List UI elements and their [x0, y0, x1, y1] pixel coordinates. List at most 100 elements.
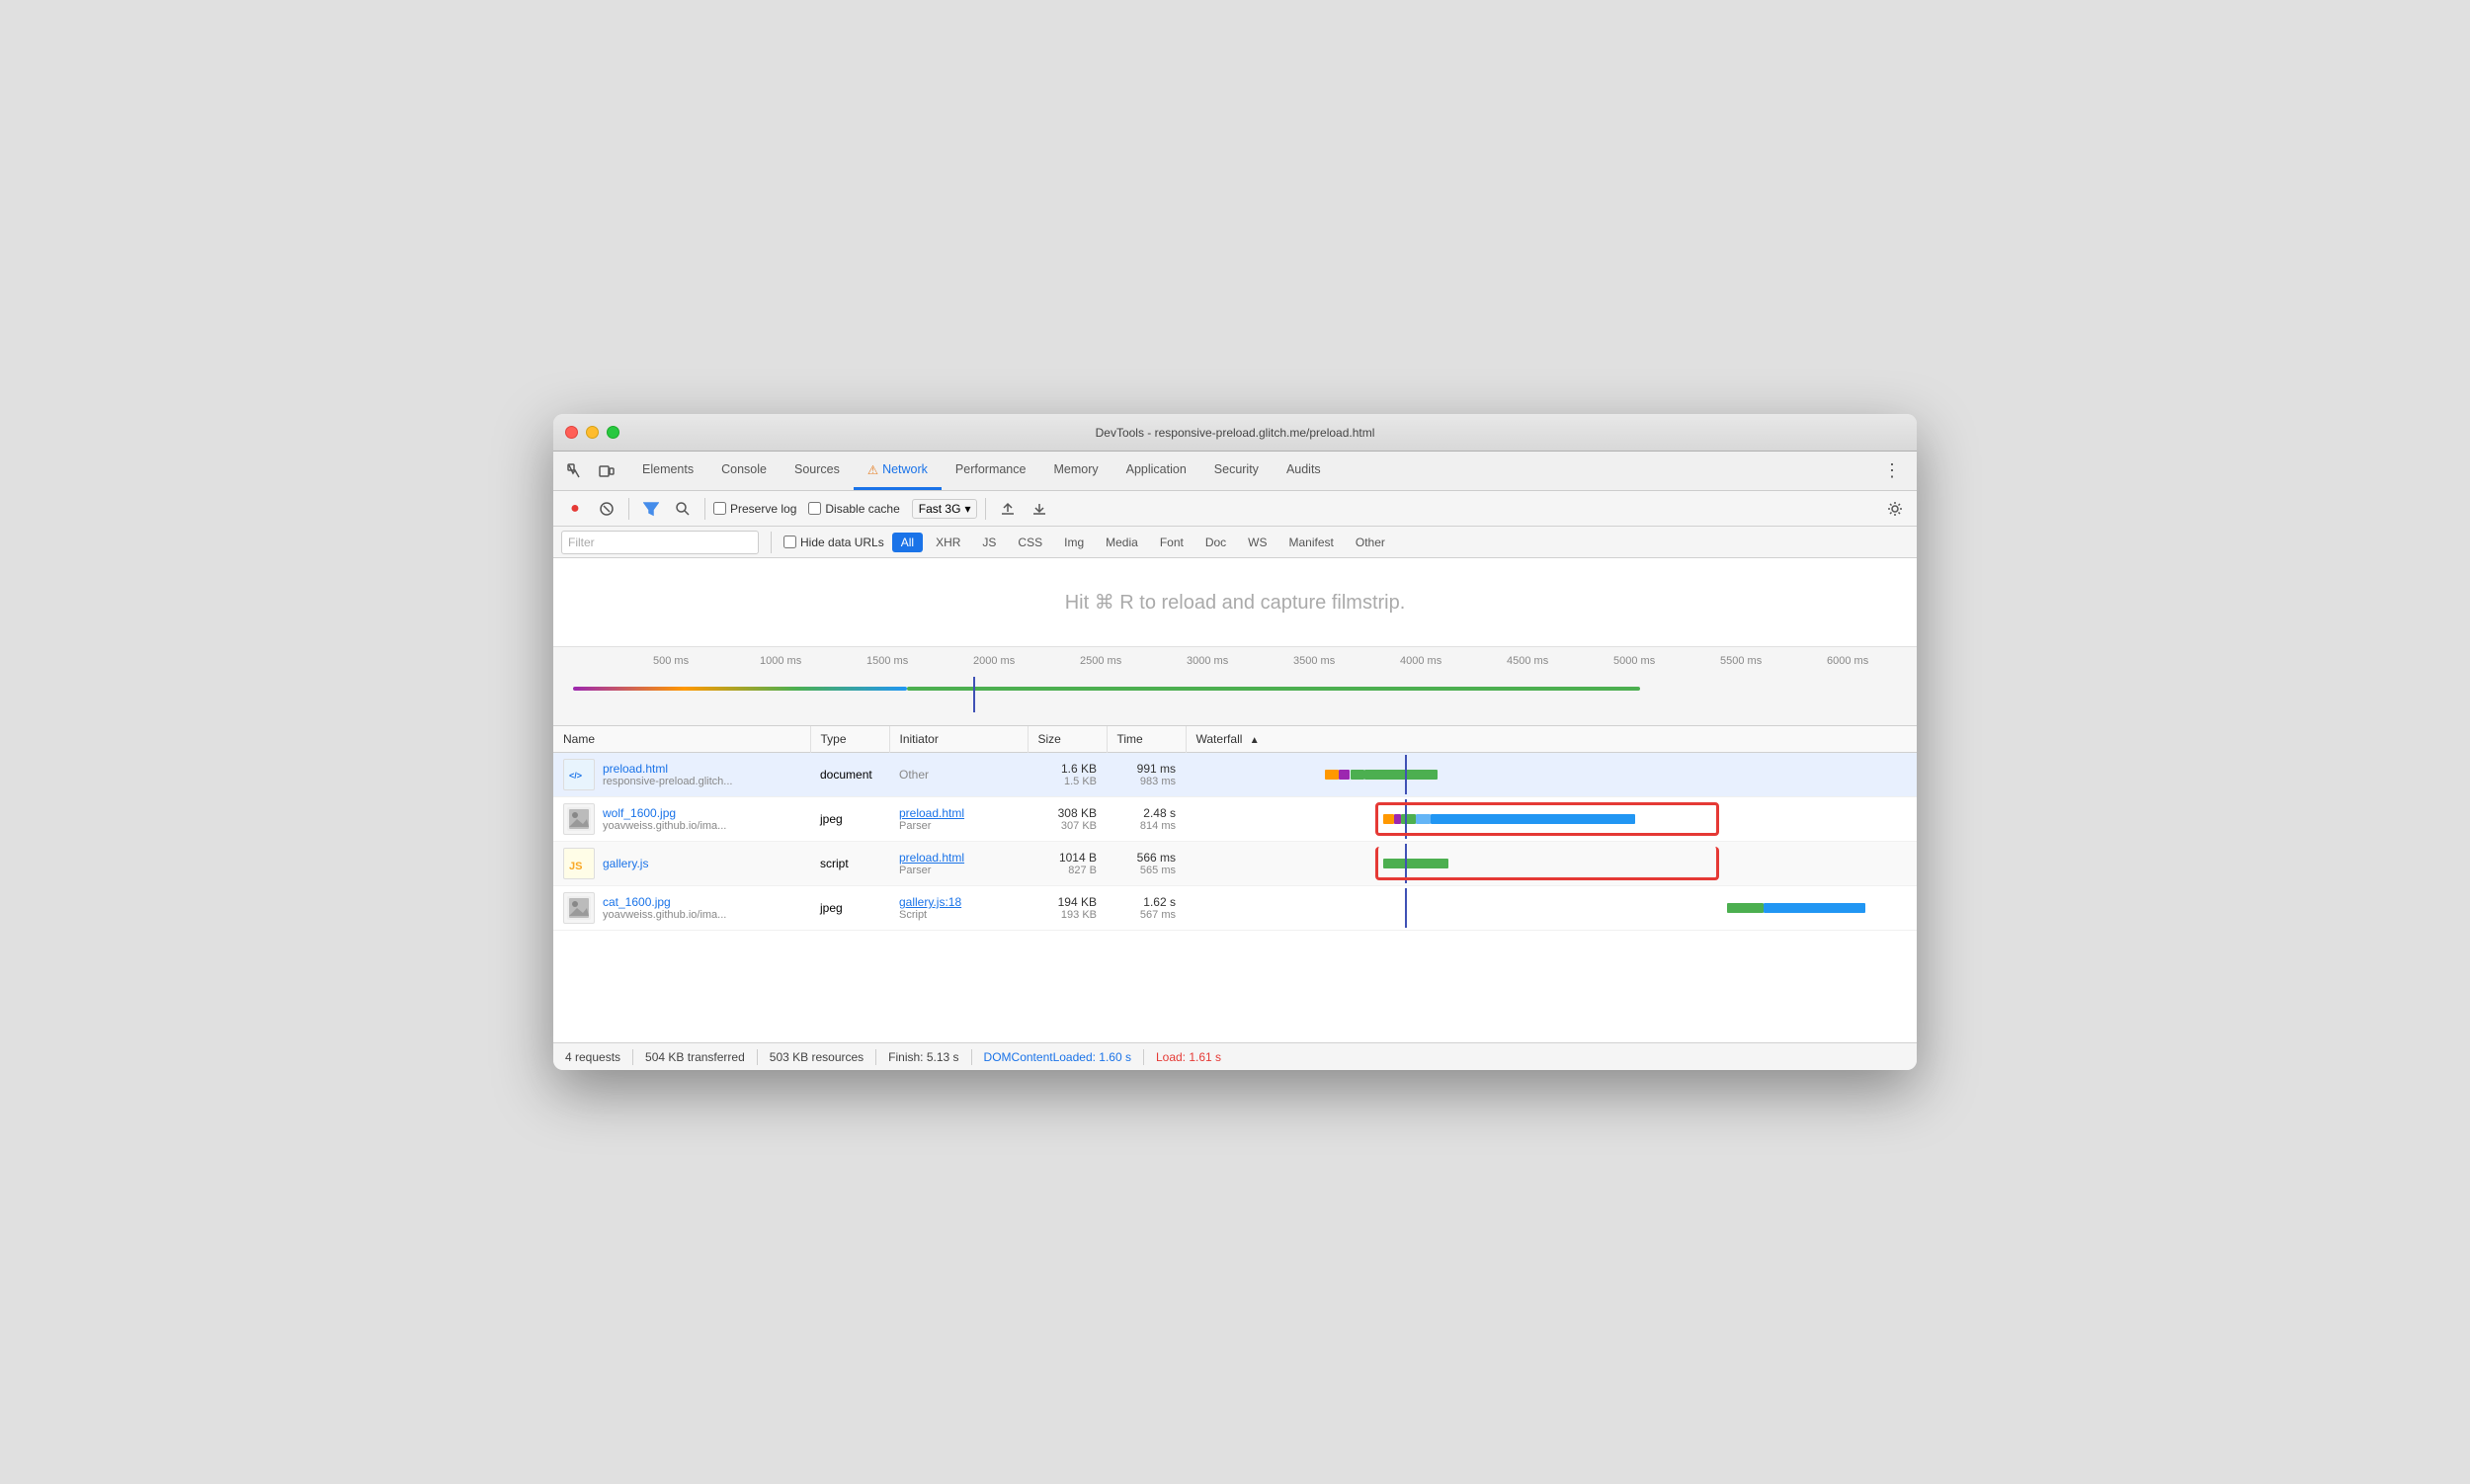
settings-button[interactable]: [1881, 495, 1909, 523]
timeline-mark-5500: 5500 ms: [1720, 655, 1762, 667]
th-initiator[interactable]: Initiator: [889, 726, 1028, 753]
minimize-button[interactable]: [586, 426, 599, 439]
file-name-text: wolf_1600.jpg: [603, 806, 726, 820]
tab-performance[interactable]: Performance: [942, 452, 1040, 490]
waterfall-cell-2: [1186, 797, 1917, 842]
preserve-log-checkbox[interactable]: Preserve log: [713, 502, 796, 516]
tab-network[interactable]: ⚠ Network: [854, 452, 942, 490]
tab-console[interactable]: Console: [707, 452, 781, 490]
w-bar-dns: [1325, 770, 1340, 780]
w-bar-download-green: [1727, 903, 1764, 913]
filter-input[interactable]: [561, 531, 759, 554]
filter-other[interactable]: Other: [1347, 533, 1394, 552]
table-row[interactable]: cat_1600.jpg yoavweiss.github.io/ima... …: [553, 886, 1917, 931]
filter-font[interactable]: Font: [1151, 533, 1193, 552]
tab-security[interactable]: Security: [1200, 452, 1273, 490]
initiator-link[interactable]: gallery.js:18: [899, 895, 961, 909]
waterfall-vline: [1405, 888, 1407, 928]
th-size[interactable]: Size: [1028, 726, 1107, 753]
filter-media[interactable]: Media: [1097, 533, 1147, 552]
disable-cache-checkbox[interactable]: Disable cache: [808, 502, 899, 516]
filter-manifest[interactable]: Manifest: [1280, 533, 1343, 552]
w-bar-waiting: [1416, 814, 1431, 824]
table-row[interactable]: JS gallery.js script preload.html Pa: [553, 842, 1917, 886]
time-cell: 991 ms 983 ms: [1107, 753, 1186, 797]
filter-js[interactable]: JS: [973, 533, 1005, 552]
upload-button[interactable]: [994, 495, 1022, 523]
th-name[interactable]: Name: [553, 726, 810, 753]
w-bar-download-blue: [1764, 903, 1866, 913]
devtools-tabs: Elements Console Sources ⚠ Network Perfo…: [553, 452, 1917, 491]
maximize-button[interactable]: [607, 426, 619, 439]
clear-button[interactable]: [593, 495, 620, 523]
hide-data-urls-checkbox[interactable]: Hide data URLs: [783, 536, 884, 549]
devtools-window: DevTools - responsive-preload.glitch.me/…: [553, 414, 1917, 1070]
table-row[interactable]: wolf_1600.jpg yoavweiss.github.io/ima...…: [553, 797, 1917, 842]
hide-data-urls-input[interactable]: [783, 536, 796, 548]
record-button[interactable]: ●: [561, 495, 589, 523]
title-bar: DevTools - responsive-preload.glitch.me/…: [553, 414, 1917, 452]
initiator-cell: Other: [889, 753, 1028, 797]
traffic-lights: [565, 426, 619, 439]
time-cell: 566 ms 565 ms: [1107, 842, 1186, 886]
name-cell: wolf_1600.jpg yoavweiss.github.io/ima...: [553, 797, 810, 842]
disable-cache-input[interactable]: [808, 502, 821, 515]
tab-elements[interactable]: Elements: [628, 452, 707, 490]
table-row[interactable]: </> preload.html responsive-preload.glit…: [553, 753, 1917, 797]
divider-filter: [771, 532, 772, 553]
timeline-mark-2500: 2500 ms: [1080, 655, 1121, 667]
file-icon-html: </>: [563, 759, 595, 790]
timeline-mark-500: 500 ms: [653, 655, 689, 667]
finish-time: Finish: 5.13 s: [888, 1050, 958, 1064]
svg-text:JS: JS: [569, 861, 582, 872]
filter-button[interactable]: [637, 495, 665, 523]
close-button[interactable]: [565, 426, 578, 439]
filter-doc[interactable]: Doc: [1196, 533, 1235, 552]
file-icon-img: [563, 803, 595, 835]
status-bar: 4 requests 504 KB transferred 503 KB res…: [553, 1042, 1917, 1070]
filter-css[interactable]: CSS: [1009, 533, 1051, 552]
waterfall-vline: [1405, 844, 1407, 883]
th-time[interactable]: Time: [1107, 726, 1186, 753]
type-cell: jpeg: [810, 886, 889, 931]
initiator-cell: preload.html Parser: [889, 797, 1028, 842]
filter-xhr[interactable]: XHR: [927, 533, 969, 552]
more-tabs-button[interactable]: ⋮: [1875, 460, 1909, 481]
dom-loaded-time: DOMContentLoaded: 1.60 s: [984, 1050, 1131, 1064]
filter-img[interactable]: Img: [1055, 533, 1093, 552]
load-time: Load: 1.61 s: [1156, 1050, 1221, 1064]
type-cell: jpeg: [810, 797, 889, 842]
tab-audits[interactable]: Audits: [1273, 452, 1335, 490]
download-button[interactable]: [1026, 495, 1053, 523]
timeline-mark-1000: 1000 ms: [760, 655, 801, 667]
filter-ws[interactable]: WS: [1239, 533, 1276, 552]
network-table: Name Type Initiator Size Time Waterfall …: [553, 726, 1917, 931]
device-icon[interactable]: [593, 457, 620, 485]
search-button[interactable]: [669, 495, 697, 523]
preserve-log-input[interactable]: [713, 502, 726, 515]
table-header-row: Name Type Initiator Size Time Waterfall …: [553, 726, 1917, 753]
throttle-select[interactable]: Fast 3G ▾: [912, 499, 978, 519]
waterfall-vline: [1405, 799, 1407, 839]
timeline-mark-3000: 3000 ms: [1187, 655, 1228, 667]
inspect-icon[interactable]: [561, 457, 589, 485]
size-cell: 1.6 KB 1.5 KB: [1028, 753, 1107, 797]
timeline-mark-4500: 4500 ms: [1507, 655, 1548, 667]
timeline-mark-5000: 5000 ms: [1613, 655, 1655, 667]
file-icon-js: JS: [563, 848, 595, 879]
tab-memory[interactable]: Memory: [1039, 452, 1112, 490]
type-cell: script: [810, 842, 889, 886]
filter-all[interactable]: All: [892, 533, 923, 552]
th-waterfall[interactable]: Waterfall ▲: [1186, 726, 1917, 753]
tab-application[interactable]: Application: [1112, 452, 1200, 490]
th-type[interactable]: Type: [810, 726, 889, 753]
initiator-link[interactable]: preload.html: [899, 851, 964, 865]
filter-bar: Hide data URLs All XHR JS CSS Img Media …: [553, 527, 1917, 558]
tabs-list: Elements Console Sources ⚠ Network Perfo…: [628, 452, 1335, 490]
waterfall-cell-3: [1186, 842, 1917, 886]
divider-2: [704, 498, 705, 520]
status-divider-5: [1143, 1049, 1144, 1065]
timeline-mark-3500: 3500 ms: [1293, 655, 1335, 667]
tab-sources[interactable]: Sources: [781, 452, 854, 490]
initiator-link[interactable]: preload.html: [899, 806, 964, 820]
